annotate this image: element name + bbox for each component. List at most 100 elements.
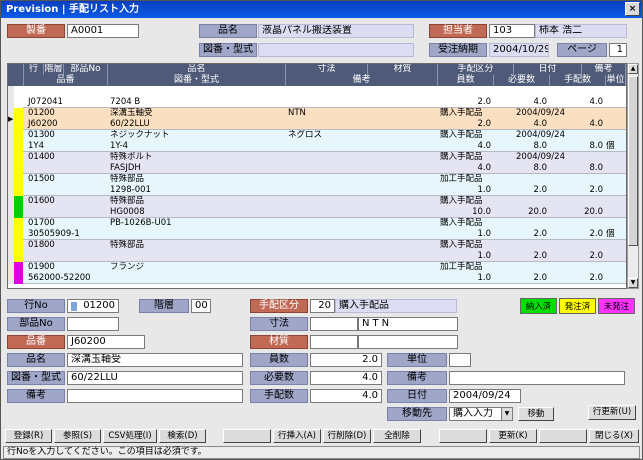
cell-tani[interactable] bbox=[606, 97, 626, 108]
cell-tehaisu[interactable]: 2.0 bbox=[550, 251, 606, 262]
cell-tehai[interactable]: 購入手配品 bbox=[440, 152, 514, 163]
tanto-code-input[interactable]: 103 bbox=[489, 24, 535, 38]
cell-hitsuyo[interactable]: 2.0 bbox=[494, 185, 550, 196]
close-window-button[interactable]: 閉じる(X) bbox=[589, 429, 639, 443]
biko-input-right[interactable] bbox=[449, 371, 625, 385]
cell-hizuke[interactable] bbox=[516, 196, 582, 207]
cell-zaishitsu[interactable] bbox=[370, 108, 438, 119]
cell-tehaisu[interactable]: 2.0 bbox=[550, 273, 606, 284]
cell-gyo[interactable]: 01800 bbox=[24, 240, 44, 251]
cell-hinban[interactable]: J072041 bbox=[24, 97, 108, 108]
cell-tehaisu[interactable]: 8.0 bbox=[550, 141, 606, 152]
cell-hitsuyo[interactable]: 8.0 bbox=[494, 163, 550, 174]
cell-buhin[interactable] bbox=[64, 196, 108, 207]
insu-input[interactable]: 2.0 bbox=[310, 353, 382, 367]
cell-hinban[interactable] bbox=[24, 185, 108, 196]
cell-zaishitsu[interactable] bbox=[370, 86, 438, 97]
cell-insu[interactable]: 1.0 bbox=[438, 251, 494, 262]
table-row[interactable]: 0170000PB-1026B-U01購入手配品30505909-11.02.0… bbox=[8, 218, 626, 240]
cell-tehai[interactable]: 購入手配品 bbox=[440, 130, 514, 141]
delete-row-button[interactable]: 行削除(D) bbox=[323, 429, 371, 443]
search-button[interactable]: 検索(D) bbox=[159, 429, 206, 443]
cell-biko2[interactable] bbox=[288, 163, 438, 174]
cell-hizuke[interactable] bbox=[516, 174, 582, 185]
cell-sunpo[interactable]: ネグロス bbox=[288, 130, 368, 141]
col-sunpo[interactable]: 寸法 bbox=[286, 64, 368, 75]
cell-zaishitsu[interactable] bbox=[370, 196, 438, 207]
cell-zuban[interactable] bbox=[110, 229, 286, 240]
cell-tani[interactable]: 個 bbox=[606, 141, 626, 152]
cell-zuban[interactable]: FASJDH bbox=[110, 163, 286, 174]
cell-zuban[interactable]: 1Y-4 bbox=[110, 141, 286, 152]
buhin-input[interactable] bbox=[67, 317, 119, 331]
cell-gyo[interactable]: 01200 bbox=[24, 108, 44, 119]
cell-biko2[interactable] bbox=[288, 207, 438, 218]
cell-hinban[interactable] bbox=[24, 207, 108, 218]
col-buhin[interactable]: 部品No bbox=[64, 64, 108, 75]
cell-hinban[interactable] bbox=[24, 251, 108, 262]
cell-insu[interactable]: 1.0 bbox=[438, 273, 494, 284]
cell-sunpo[interactable] bbox=[288, 196, 368, 207]
cell-gyo[interactable]: 01600 bbox=[24, 196, 44, 207]
cell-zuban[interactable]: 60/22LLU bbox=[110, 119, 286, 130]
table-row[interactable]: ▶0120000深溝玉軸受NTN購入手配品2004/09/24J6020060/… bbox=[8, 108, 626, 130]
idou-select[interactable]: 購入入力 ▼ bbox=[449, 407, 513, 421]
table-row[interactable]: 0180000特殊部品購入手配品1.02.02.0 bbox=[8, 240, 626, 262]
table-row[interactable]: 0130000 ネジックナットネグロス 購入手配品2004/09/24 1Y41Y-4… bbox=[8, 130, 626, 152]
cell-tehaisu[interactable]: 20.0 bbox=[550, 207, 606, 218]
cell-zaishitsu[interactable] bbox=[370, 174, 438, 185]
cell-buhin[interactable] bbox=[64, 130, 108, 141]
cell-biko[interactable] bbox=[584, 174, 626, 185]
col-zuban[interactable]: 図番・型式 bbox=[108, 75, 286, 86]
cell-gyo[interactable]: 01300 bbox=[24, 130, 44, 141]
col-hinmei[interactable]: 品名 bbox=[108, 64, 286, 75]
col-gyo[interactable]: 行 bbox=[24, 64, 44, 75]
cell-hinban[interactable]: 1Y4 bbox=[24, 141, 108, 152]
cell-buhin[interactable] bbox=[64, 152, 108, 163]
cell-hitsuyo[interactable]: 2.0 bbox=[494, 273, 550, 284]
cell-hizuke[interactable] bbox=[516, 218, 582, 229]
csv-button[interactable]: CSV処理(I) bbox=[103, 429, 157, 443]
cell-tehaisu[interactable]: 8.0 bbox=[550, 163, 606, 174]
cell-hinmei[interactable]: フランジ bbox=[110, 262, 286, 273]
cell-zuban[interactable]: HG0008 bbox=[110, 207, 286, 218]
col-hizuke[interactable]: 日付 bbox=[514, 64, 582, 75]
register-button[interactable]: 登録(R) bbox=[5, 429, 52, 443]
cell-buhin[interactable] bbox=[64, 262, 108, 273]
cell-tehai[interactable]: 購入手配品 bbox=[440, 196, 514, 207]
cell-biko[interactable] bbox=[584, 152, 626, 163]
cell-biko2[interactable] bbox=[288, 251, 438, 262]
cell-tehai[interactable]: 加工手配品 bbox=[440, 174, 514, 185]
update-button[interactable]: 更新(K) bbox=[489, 429, 537, 443]
cell-buhin[interactable] bbox=[64, 86, 108, 97]
col-kaiso[interactable]: 階層 bbox=[44, 64, 64, 75]
cell-gyo[interactable]: 01400 bbox=[24, 152, 44, 163]
sunpo-prefix[interactable] bbox=[310, 317, 358, 331]
cell-sunpo[interactable] bbox=[288, 262, 368, 273]
cell-tehaisu[interactable]: 4.0 bbox=[550, 97, 606, 108]
tehai-code-input[interactable]: 20 bbox=[310, 299, 335, 313]
cell-biko2[interactable] bbox=[288, 119, 438, 130]
cell-insu[interactable]: 1.0 bbox=[438, 185, 494, 196]
blank-button-2[interactable] bbox=[439, 429, 487, 443]
cell-hinban[interactable]: 30505909-1 bbox=[24, 229, 108, 240]
scroll-down-icon[interactable]: ▼ bbox=[628, 278, 638, 288]
zaishitsu-prefix[interactable] bbox=[310, 335, 358, 349]
cell-hitsuyo[interactable]: 4.0 bbox=[494, 119, 550, 130]
cell-insu[interactable]: 10.0 bbox=[438, 207, 494, 218]
cell-zuban[interactable]: 1298-001 bbox=[110, 185, 286, 196]
gyo-input[interactable]: 01200 bbox=[67, 299, 119, 313]
cell-insu[interactable]: 1.0 bbox=[438, 229, 494, 240]
table-row[interactable]: 0160000特殊部品購入手配品HG000810.020.020.0 bbox=[8, 196, 626, 218]
cell-kaiso[interactable]: 00 bbox=[44, 174, 64, 185]
cell-tani[interactable]: 個 bbox=[606, 229, 626, 240]
hitsuyo-input[interactable]: 4.0 bbox=[310, 371, 382, 385]
detail-hinmei-input[interactable]: 深溝玉軸受 bbox=[67, 353, 243, 367]
cell-hinmei[interactable]: 深溝玉軸受 bbox=[110, 108, 286, 119]
close-button[interactable]: × bbox=[625, 2, 640, 16]
cell-hinmei[interactable]: PB-1026B-U01 bbox=[110, 218, 286, 229]
col-tehai[interactable]: 手配区分 bbox=[438, 64, 514, 75]
hizuke-input[interactable]: 2004/09/24 bbox=[449, 389, 521, 403]
cell-biko2[interactable] bbox=[288, 141, 438, 152]
cell-sunpo[interactable]: NTN bbox=[288, 108, 368, 119]
